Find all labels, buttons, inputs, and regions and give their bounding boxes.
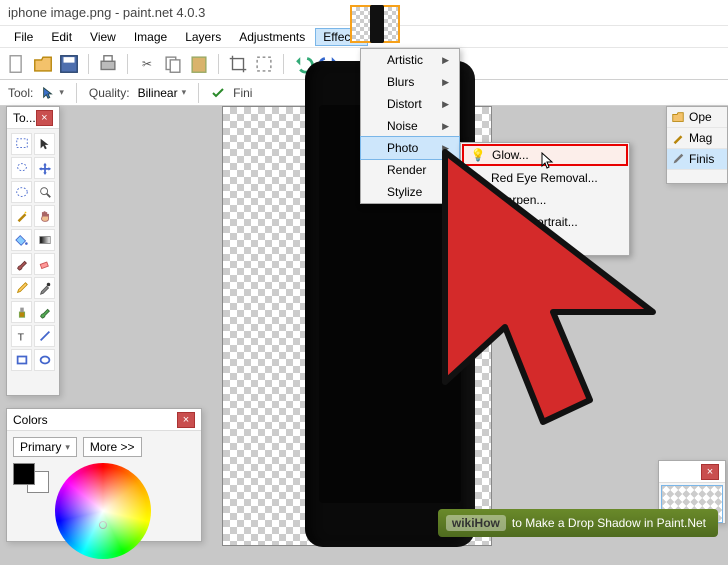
- color-swatches[interactable]: [13, 463, 49, 493]
- tool-label: Tool:: [8, 86, 33, 100]
- menu-item-blurs[interactable]: Blurs▶: [361, 71, 459, 93]
- close-icon[interactable]: ×: [36, 110, 53, 126]
- open-file-icon[interactable]: [32, 53, 54, 75]
- caption-text: to Make a Drop Shadow in Paint.Net: [512, 516, 706, 530]
- finish-label-truncated: Fini: [233, 86, 252, 100]
- brush-tool[interactable]: [11, 253, 32, 275]
- primary-color-swatch[interactable]: [13, 463, 35, 485]
- pan-tool[interactable]: [34, 205, 55, 227]
- wand-icon: [671, 131, 685, 145]
- menu-image[interactable]: Image: [126, 28, 175, 46]
- svg-text:T: T: [17, 331, 24, 343]
- tool-picker[interactable]: ▾: [41, 86, 64, 100]
- menu-edit[interactable]: Edit: [43, 28, 80, 46]
- mouse-cursor-icon: [541, 152, 555, 173]
- line-tool[interactable]: [34, 325, 55, 347]
- list-item[interactable]: Ope: [667, 107, 727, 128]
- menu-item-stylize[interactable]: Stylize▶: [361, 181, 459, 203]
- tools-panel: To... × T: [6, 106, 60, 396]
- document-thumb-strip: [350, 0, 400, 46]
- color-picker-tool[interactable]: [34, 277, 55, 299]
- fill-tool[interactable]: [11, 229, 32, 251]
- menu-item-render[interactable]: Render▶: [361, 159, 459, 181]
- new-file-icon[interactable]: [6, 53, 28, 75]
- vignette-icon: [467, 236, 483, 252]
- menu-item-soften-portrait[interactable]: Soften Portrait...: [461, 211, 629, 233]
- close-icon[interactable]: ×: [701, 464, 719, 480]
- print-icon[interactable]: [97, 53, 119, 75]
- eye-icon: [467, 170, 483, 186]
- gradient-tool[interactable]: [34, 229, 55, 251]
- sharpen-icon: [467, 192, 483, 208]
- rectangle-tool[interactable]: [11, 349, 32, 371]
- crop-icon[interactable]: [227, 53, 249, 75]
- arrow-cursor-icon: [41, 86, 55, 100]
- menu-adjustments[interactable]: Adjustments: [231, 28, 313, 46]
- menu-item-vignette[interactable]: Vignette...: [461, 233, 629, 255]
- cut-icon[interactable]: ✂: [136, 53, 158, 75]
- folder-icon: [671, 110, 685, 124]
- pencil-icon: [671, 152, 685, 166]
- more-button[interactable]: More >>: [83, 437, 142, 457]
- pencil-tool[interactable]: [11, 277, 32, 299]
- portrait-icon: [467, 214, 483, 230]
- quality-label: Quality:: [89, 86, 130, 100]
- wikihow-badge: wikiHow: [446, 515, 506, 531]
- list-item[interactable]: Mag: [667, 128, 727, 149]
- menu-layers[interactable]: Layers: [177, 28, 229, 46]
- menu-view[interactable]: View: [82, 28, 124, 46]
- lightbulb-icon: 💡: [470, 147, 486, 163]
- colors-panel: Colors × Primary▾ More >>: [6, 408, 202, 542]
- deselect-icon[interactable]: [253, 53, 275, 75]
- primary-secondary-dropdown[interactable]: Primary▾: [13, 437, 77, 457]
- move-selection-tool[interactable]: [34, 157, 55, 179]
- ellipse-tool[interactable]: [34, 349, 55, 371]
- list-item[interactable]: Finis: [667, 149, 727, 170]
- right-side-panel: Ope Mag Finis: [666, 106, 728, 184]
- menu-item-photo[interactable]: Photo▶: [361, 137, 459, 159]
- magic-wand-tool[interactable]: [11, 205, 32, 227]
- colors-panel-title: Colors: [13, 413, 48, 427]
- menu-file[interactable]: File: [6, 28, 41, 46]
- eraser-tool[interactable]: [34, 253, 55, 275]
- rect-select-tool[interactable]: [11, 133, 32, 155]
- recolor-tool[interactable]: [34, 301, 55, 323]
- paste-icon[interactable]: [188, 53, 210, 75]
- ellipse-select-tool[interactable]: [11, 181, 32, 203]
- copy-icon[interactable]: [162, 53, 184, 75]
- quality-dropdown[interactable]: Bilinear ▾: [138, 86, 187, 100]
- effects-dropdown: Artistic▶ Blurs▶ Distort▶ Noise▶ Photo▶ …: [360, 48, 460, 204]
- lasso-tool[interactable]: [11, 157, 32, 179]
- quality-value: Bilinear: [138, 86, 178, 100]
- zoom-tool[interactable]: [34, 181, 55, 203]
- checkmark-icon[interactable]: [211, 86, 225, 100]
- menu-item-distort[interactable]: Distort▶: [361, 93, 459, 115]
- menu-item-artistic[interactable]: Artistic▶: [361, 49, 459, 71]
- move-tool[interactable]: [34, 133, 55, 155]
- text-tool[interactable]: T: [11, 325, 32, 347]
- caption-bar: wikiHow to Make a Drop Shadow in Paint.N…: [438, 509, 718, 537]
- tools-panel-title: To...: [13, 111, 36, 125]
- menu-item-noise[interactable]: Noise▶: [361, 115, 459, 137]
- save-icon[interactable]: [58, 53, 80, 75]
- clone-tool[interactable]: [11, 301, 32, 323]
- window-title: iphone image.png - paint.net 4.0.3: [8, 5, 205, 20]
- close-icon[interactable]: ×: [177, 412, 195, 428]
- menu-item-sharpen[interactable]: Sharpen...: [461, 189, 629, 211]
- document-thumbnail[interactable]: [350, 5, 400, 43]
